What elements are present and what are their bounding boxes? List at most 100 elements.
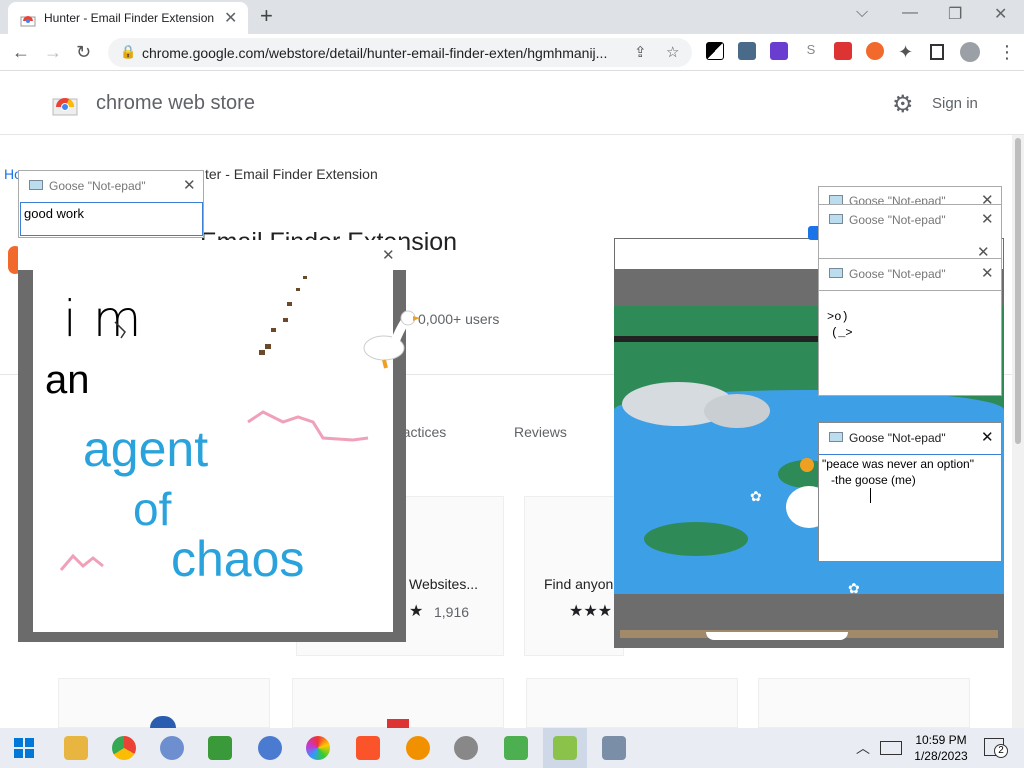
- related-card-2[interactable]: Find anyon ★★★: [524, 496, 624, 656]
- related-card-4[interactable]: [292, 678, 504, 729]
- store-name[interactable]: chrome web store: [96, 92, 255, 115]
- share-icon[interactable]: ⇪: [634, 43, 647, 61]
- keyboard-icon[interactable]: [880, 741, 902, 755]
- tab-close-icon[interactable]: ✕: [224, 8, 237, 28]
- close-window-icon[interactable]: ✕: [994, 4, 1007, 24]
- settings-gear-icon[interactable]: ⚙: [892, 90, 914, 119]
- forward-icon[interactable]: →: [44, 42, 62, 63]
- lock-icon[interactable]: 🔒: [120, 44, 136, 60]
- chrome-menu-icon[interactable]: ⋮: [998, 42, 1016, 63]
- notepad-title: Goose "Not-epad": [849, 431, 946, 445]
- tab-reviews[interactable]: Reviews: [514, 424, 567, 440]
- tab-search-icon[interactable]: ⌵: [856, 4, 868, 22]
- tab-hunter[interactable]: Hunter - Email Finder Extension ✕: [8, 2, 248, 34]
- pond-rock: [704, 394, 770, 428]
- taskbar-date[interactable]: 1/28/2023: [906, 749, 976, 763]
- notepad-icon: [829, 268, 843, 278]
- app-colorwheel-icon[interactable]: [306, 736, 330, 760]
- notepad-app-icon[interactable]: [553, 736, 577, 760]
- sign-in-link[interactable]: Sign in: [932, 95, 978, 112]
- app-globe-icon[interactable]: [160, 736, 184, 760]
- chevron-up-icon[interactable]: ︿: [856, 738, 870, 758]
- notepad-icon: [829, 432, 843, 442]
- extension-contrast-icon[interactable]: [706, 42, 724, 60]
- chrome-web-store-logo-icon[interactable]: [52, 90, 78, 116]
- new-tab-button[interactable]: +: [260, 3, 273, 29]
- restore-icon[interactable]: ❐: [948, 4, 962, 24]
- goose-ascii-line-2[interactable]: (_>: [831, 326, 853, 340]
- close-icon[interactable]: ✕: [981, 210, 994, 228]
- extension-hunter-icon[interactable]: [866, 42, 884, 60]
- profile-avatar-icon[interactable]: [960, 42, 980, 62]
- close-icon[interactable]: ✕: [981, 428, 994, 446]
- user-count: 0,000+ users: [418, 311, 500, 327]
- extension-v-icon[interactable]: [770, 42, 788, 60]
- lily-pad: [644, 522, 748, 556]
- chromium-icon[interactable]: [258, 736, 282, 760]
- notepad-title: Goose "Not-epad": [49, 179, 146, 193]
- star-icon: ★★★: [569, 603, 613, 620]
- rating-count: 1,916: [434, 604, 470, 620]
- goose-ascii-line-1[interactable]: >o): [827, 310, 849, 324]
- extension-calculator-icon[interactable]: [738, 42, 756, 60]
- card-title: Find anyon: [544, 576, 614, 592]
- pond-duckling: [800, 458, 814, 472]
- lotus-flower-icon: ✿: [750, 488, 762, 504]
- breadcrumb-current: ter - Email Finder Extension: [205, 166, 378, 182]
- goose-notepad-good-work[interactable]: Goose "Not-epad" ✕ good work: [18, 170, 204, 238]
- notepad-icon: [829, 214, 843, 224]
- taskbar-time[interactable]: 10:59 PM: [906, 733, 976, 747]
- extension-s-icon[interactable]: S: [802, 42, 820, 60]
- back-icon[interactable]: ←: [12, 42, 30, 63]
- related-card-5[interactable]: [526, 678, 738, 728]
- notepad-text-area[interactable]: good work: [20, 202, 203, 236]
- close-icon[interactable]: ✕: [183, 176, 196, 194]
- app-orange-icon[interactable]: [406, 736, 430, 760]
- goose-drawing-window[interactable]: ✕ i m an agent of chaos: [18, 240, 406, 642]
- notepad-title: Goose "Not-epad": [849, 267, 946, 281]
- extensions-puzzle-icon[interactable]: ✦: [898, 42, 913, 63]
- text-cursor: [870, 488, 871, 503]
- quote-line-2[interactable]: -the goose (me): [831, 473, 916, 487]
- drawing-canvas[interactable]: i m an agent of chaos: [33, 270, 393, 632]
- goose-footprints-icon: [259, 276, 307, 355]
- drawing-titlebar: ✕: [18, 240, 406, 270]
- app-disc-icon[interactable]: [454, 736, 478, 760]
- chrome-icon[interactable]: [112, 736, 136, 760]
- notepad-text[interactable]: good work: [24, 206, 84, 221]
- goose-icon[interactable]: [362, 304, 422, 374]
- reload-icon[interactable]: ↻: [76, 42, 91, 63]
- browser-toolbar: ← → ↻ 🔒 chrome.google.com/webstore/detai…: [0, 34, 1024, 71]
- minimize-icon[interactable]: —: [902, 4, 918, 22]
- tab-title: Hunter - Email Finder Extension: [44, 11, 215, 25]
- brave-icon[interactable]: [356, 736, 380, 760]
- close-icon[interactable]: ✕: [981, 264, 994, 282]
- scrollbar-thumb[interactable]: [1015, 138, 1021, 444]
- address-bar[interactable]: 🔒 chrome.google.com/webstore/detail/hunt…: [108, 38, 692, 67]
- star-icon: ★: [409, 603, 424, 620]
- notepad-title: Goose "Not-epad": [849, 213, 946, 227]
- app-game-icon[interactable]: [208, 736, 232, 760]
- install-button-fragment[interactable]: [808, 226, 818, 240]
- close-icon[interactable]: ✕: [382, 246, 395, 264]
- app-a-icon[interactable]: [504, 736, 528, 760]
- notepad-icon: [29, 180, 43, 190]
- goose-notepad-stacked-2[interactable]: Goose "Not-epad" ✕ ✕: [818, 204, 1002, 264]
- mouse-cursor-icon: [114, 321, 126, 339]
- goose-notepad-quote[interactable]: Goose "Not-epad" ✕ "peace was never an o…: [818, 422, 1002, 562]
- chrome-web-store-favicon-icon: [20, 16, 36, 27]
- bookmark-star-icon[interactable]: ☆: [666, 43, 679, 61]
- windows-taskbar: ︿ 10:59 PM 1/28/2023 2: [0, 728, 1024, 768]
- related-card-6[interactable]: [758, 678, 970, 728]
- file-explorer-icon[interactable]: [64, 736, 88, 760]
- store-header: chrome web store ⚙ Sign in: [0, 71, 1024, 135]
- goose-notepad-ascii[interactable]: Goose "Not-epad" ✕ >o) (_>: [818, 258, 1002, 396]
- extension-red-icon[interactable]: [834, 42, 852, 60]
- tab-strip: Hunter - Email Finder Extension ✕ + ⌵ — …: [0, 0, 1024, 34]
- quote-line-1[interactable]: "peace was never an option": [822, 457, 974, 471]
- side-panel-icon[interactable]: [930, 44, 944, 60]
- windows-start-icon[interactable]: [14, 738, 34, 758]
- app-window-icon[interactable]: [602, 736, 626, 760]
- lotus-flower-icon: ✿: [848, 580, 860, 594]
- url-text[interactable]: chrome.google.com/webstore/detail/hunter…: [142, 45, 607, 61]
